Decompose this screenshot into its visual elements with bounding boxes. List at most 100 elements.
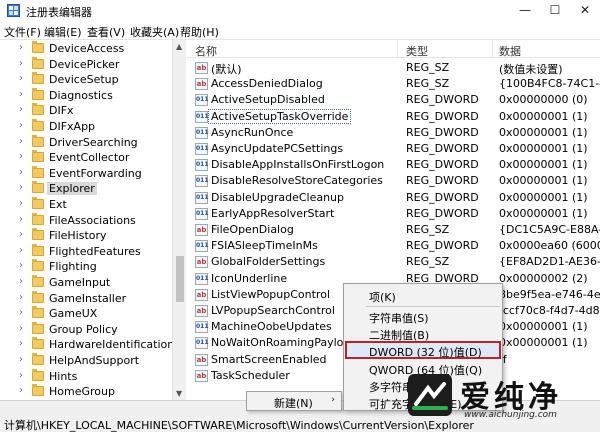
submenu-item-string[interactable]: 字符串值(S) [369,310,429,326]
tree-item[interactable]: › DIFx [0,103,172,119]
menu-help[interactable]: 帮助(H) [180,24,219,40]
value-row[interactable]: ab (默认) REG_SZ (数值未设置) [187,60,600,76]
chevron-right-icon[interactable]: › [19,385,23,396]
tree-item-label: DeviceAccess [49,42,125,55]
chevron-right-icon[interactable]: › [19,260,23,271]
chevron-right-icon[interactable]: › [19,104,23,115]
context-menu-new[interactable]: 新建(N) › [246,391,342,411]
tree-item[interactable]: › Hints [0,368,172,385]
scroll-up-icon[interactable]: ▲ [176,42,182,51]
tree-item[interactable]: › DeviceSetup [0,72,172,88]
column-data[interactable]: 数据 [499,43,521,59]
tree-item-label: DIFx [49,104,74,118]
tree-scrollbar[interactable]: ▲ ▼ [172,40,186,400]
minimize-button[interactable]: — [510,0,540,21]
chevron-right-icon[interactable]: › [19,42,23,53]
chevron-right-icon[interactable]: › [19,136,23,147]
tree-item[interactable]: › Explorer [0,181,172,197]
value-type: REG_DWORD [406,190,479,204]
column-separator[interactable] [492,40,493,58]
value-row[interactable]: 011 AsyncUpdatePCSettings REG_DWORD 0x00000… [187,141,600,157]
tree-item[interactable]: › HelpAndSupport [0,353,172,369]
value-row[interactable]: 011 DisableResolveStoreCategories REG_DWOR… [187,173,600,189]
tree-item[interactable]: › GameUX [0,306,172,322]
value-row[interactable]: 011 DisableUpgradeCleanup REG_DWORD 0x00000… [187,190,600,206]
tree-item-label: EventCollector [49,151,130,165]
menu-file[interactable]: 文件(F) [4,24,41,40]
value-row[interactable]: 011 FSIASleepTimeInMs REG_DWORD 0x0000ea60 … [187,238,600,254]
tree-item[interactable]: › FlightedFeatures [0,243,172,260]
chevron-right-icon[interactable]: › [19,245,23,256]
submenu-item-binary[interactable]: 二进制值(B) [369,327,429,343]
menu-view[interactable]: 查看(V) [87,24,125,40]
chevron-right-icon[interactable]: › [19,338,23,349]
tree-item[interactable]: › DriverSearching [0,134,172,151]
submenu-item-dword[interactable]: DWORD (32 位)值(D) [369,344,482,360]
value-row[interactable]: 011 ActiveSetupTaskOverride REG_DWORD 0x000… [187,108,600,125]
close-button[interactable]: ✕ [570,0,600,21]
folder-icon [32,321,44,334]
string-value-icon: ab [195,353,208,366]
scrollbar-thumb[interactable] [176,256,184,302]
tree-item[interactable]: › DIFxApp [0,119,172,135]
tree-item-label: FlightedFeatures [49,244,141,258]
binary-value-icon: 011 [195,110,209,123]
chevron-right-icon[interactable]: › [19,167,23,178]
column-separator[interactable] [397,40,398,58]
tree-item[interactable]: › FileHistory [0,228,172,244]
value-type: REG_DWORD [406,93,479,107]
tree-item[interactable]: › GameInstaller [0,290,172,307]
menu-favorites[interactable]: 收藏夹(A) [130,24,179,40]
tree-item[interactable]: › HardwareIdentification [0,337,175,353]
tree-item[interactable]: › HomeGroup [0,384,172,400]
column-type[interactable]: 类型 [406,43,428,59]
value-data: 8be9f5ea-e746-4e47- [499,287,600,301]
window-title: 注册表编辑器 [26,6,92,19]
tree-item-label: HardwareIdentification [49,338,175,352]
tree-item[interactable]: › Flighting [0,259,172,275]
chevron-right-icon[interactable]: › [19,276,23,287]
tree-item[interactable]: › DevicePicker [0,56,172,73]
chevron-right-icon[interactable]: › [19,229,23,240]
folder-icon [32,56,44,69]
chevron-right-icon[interactable]: › [19,89,23,100]
chevron-right-icon[interactable]: › [19,58,23,69]
tree-item[interactable]: › GameInput [0,275,172,291]
tree-item[interactable]: › EventCollector [0,150,172,166]
chevron-right-icon[interactable]: › [19,120,23,131]
tree-item-label: GameUX [49,307,98,321]
folder-icon [32,165,44,178]
value-row[interactable]: 011 DisableAppInstallsOnFirstLogon REG_DWO… [187,157,600,173]
chevron-right-icon[interactable]: › [19,370,23,381]
value-row[interactable]: ab AccessDeniedDialog REG_SZ {100B4FC8-74C1… [187,76,600,92]
key-tree[interactable]: › DeviceAccess › DevicePicker › DeviceSetup › D… [0,40,186,400]
context-new-label[interactable]: 新建(N) [274,395,313,411]
chevron-right-icon[interactable]: › [19,198,23,209]
chevron-right-icon[interactable]: › [19,292,23,303]
tree-item[interactable]: › DeviceAccess [0,41,172,57]
tree-item[interactable]: › Diagnostics [0,87,172,104]
value-row[interactable]: 011 EarlyAppResolverStart REG_DWORD 0x00000… [187,206,600,222]
value-row[interactable]: 011 AsyncRunOnce REG_DWORD 0x00000001 (1) [187,125,600,141]
chevron-right-icon[interactable]: › [19,354,23,365]
value-row[interactable]: ab GlobalFolderSettings REG_SZ {EF8AD2D1-AE… [187,254,600,270]
column-name[interactable]: 名称 [195,43,217,59]
menu-edit[interactable]: 编辑(E) [44,24,82,40]
tree-item[interactable]: › FileAssociations [0,212,172,229]
scroll-down-icon[interactable]: ▼ [176,389,182,398]
tree-item[interactable]: › EventForwarding [0,165,172,182]
chevron-right-icon[interactable]: › [19,323,23,334]
chevron-right-icon[interactable]: › [19,151,23,162]
watermark-icon [408,374,452,416]
chevron-right-icon[interactable]: › [19,307,23,318]
value-row[interactable]: abFileOpenDialog REG_SZ {DC1C5A9C-E88A-4dd [187,222,600,238]
tree-item[interactable]: › Ext [0,197,172,213]
tree-item[interactable]: › Group Policy [0,321,172,338]
chevron-right-icon[interactable]: › [19,214,23,225]
chevron-right-icon[interactable]: › [19,73,23,84]
value-name: AsyncUpdatePCSettings [211,142,344,155]
chevron-right-icon[interactable]: › [19,182,23,193]
maximize-button[interactable]: ☐ [540,0,570,21]
value-row[interactable]: 011 ActiveSetupDisabled REG_DWORD 0x0000000… [187,92,600,108]
submenu-item-key[interactable]: 项(K) [369,289,396,305]
